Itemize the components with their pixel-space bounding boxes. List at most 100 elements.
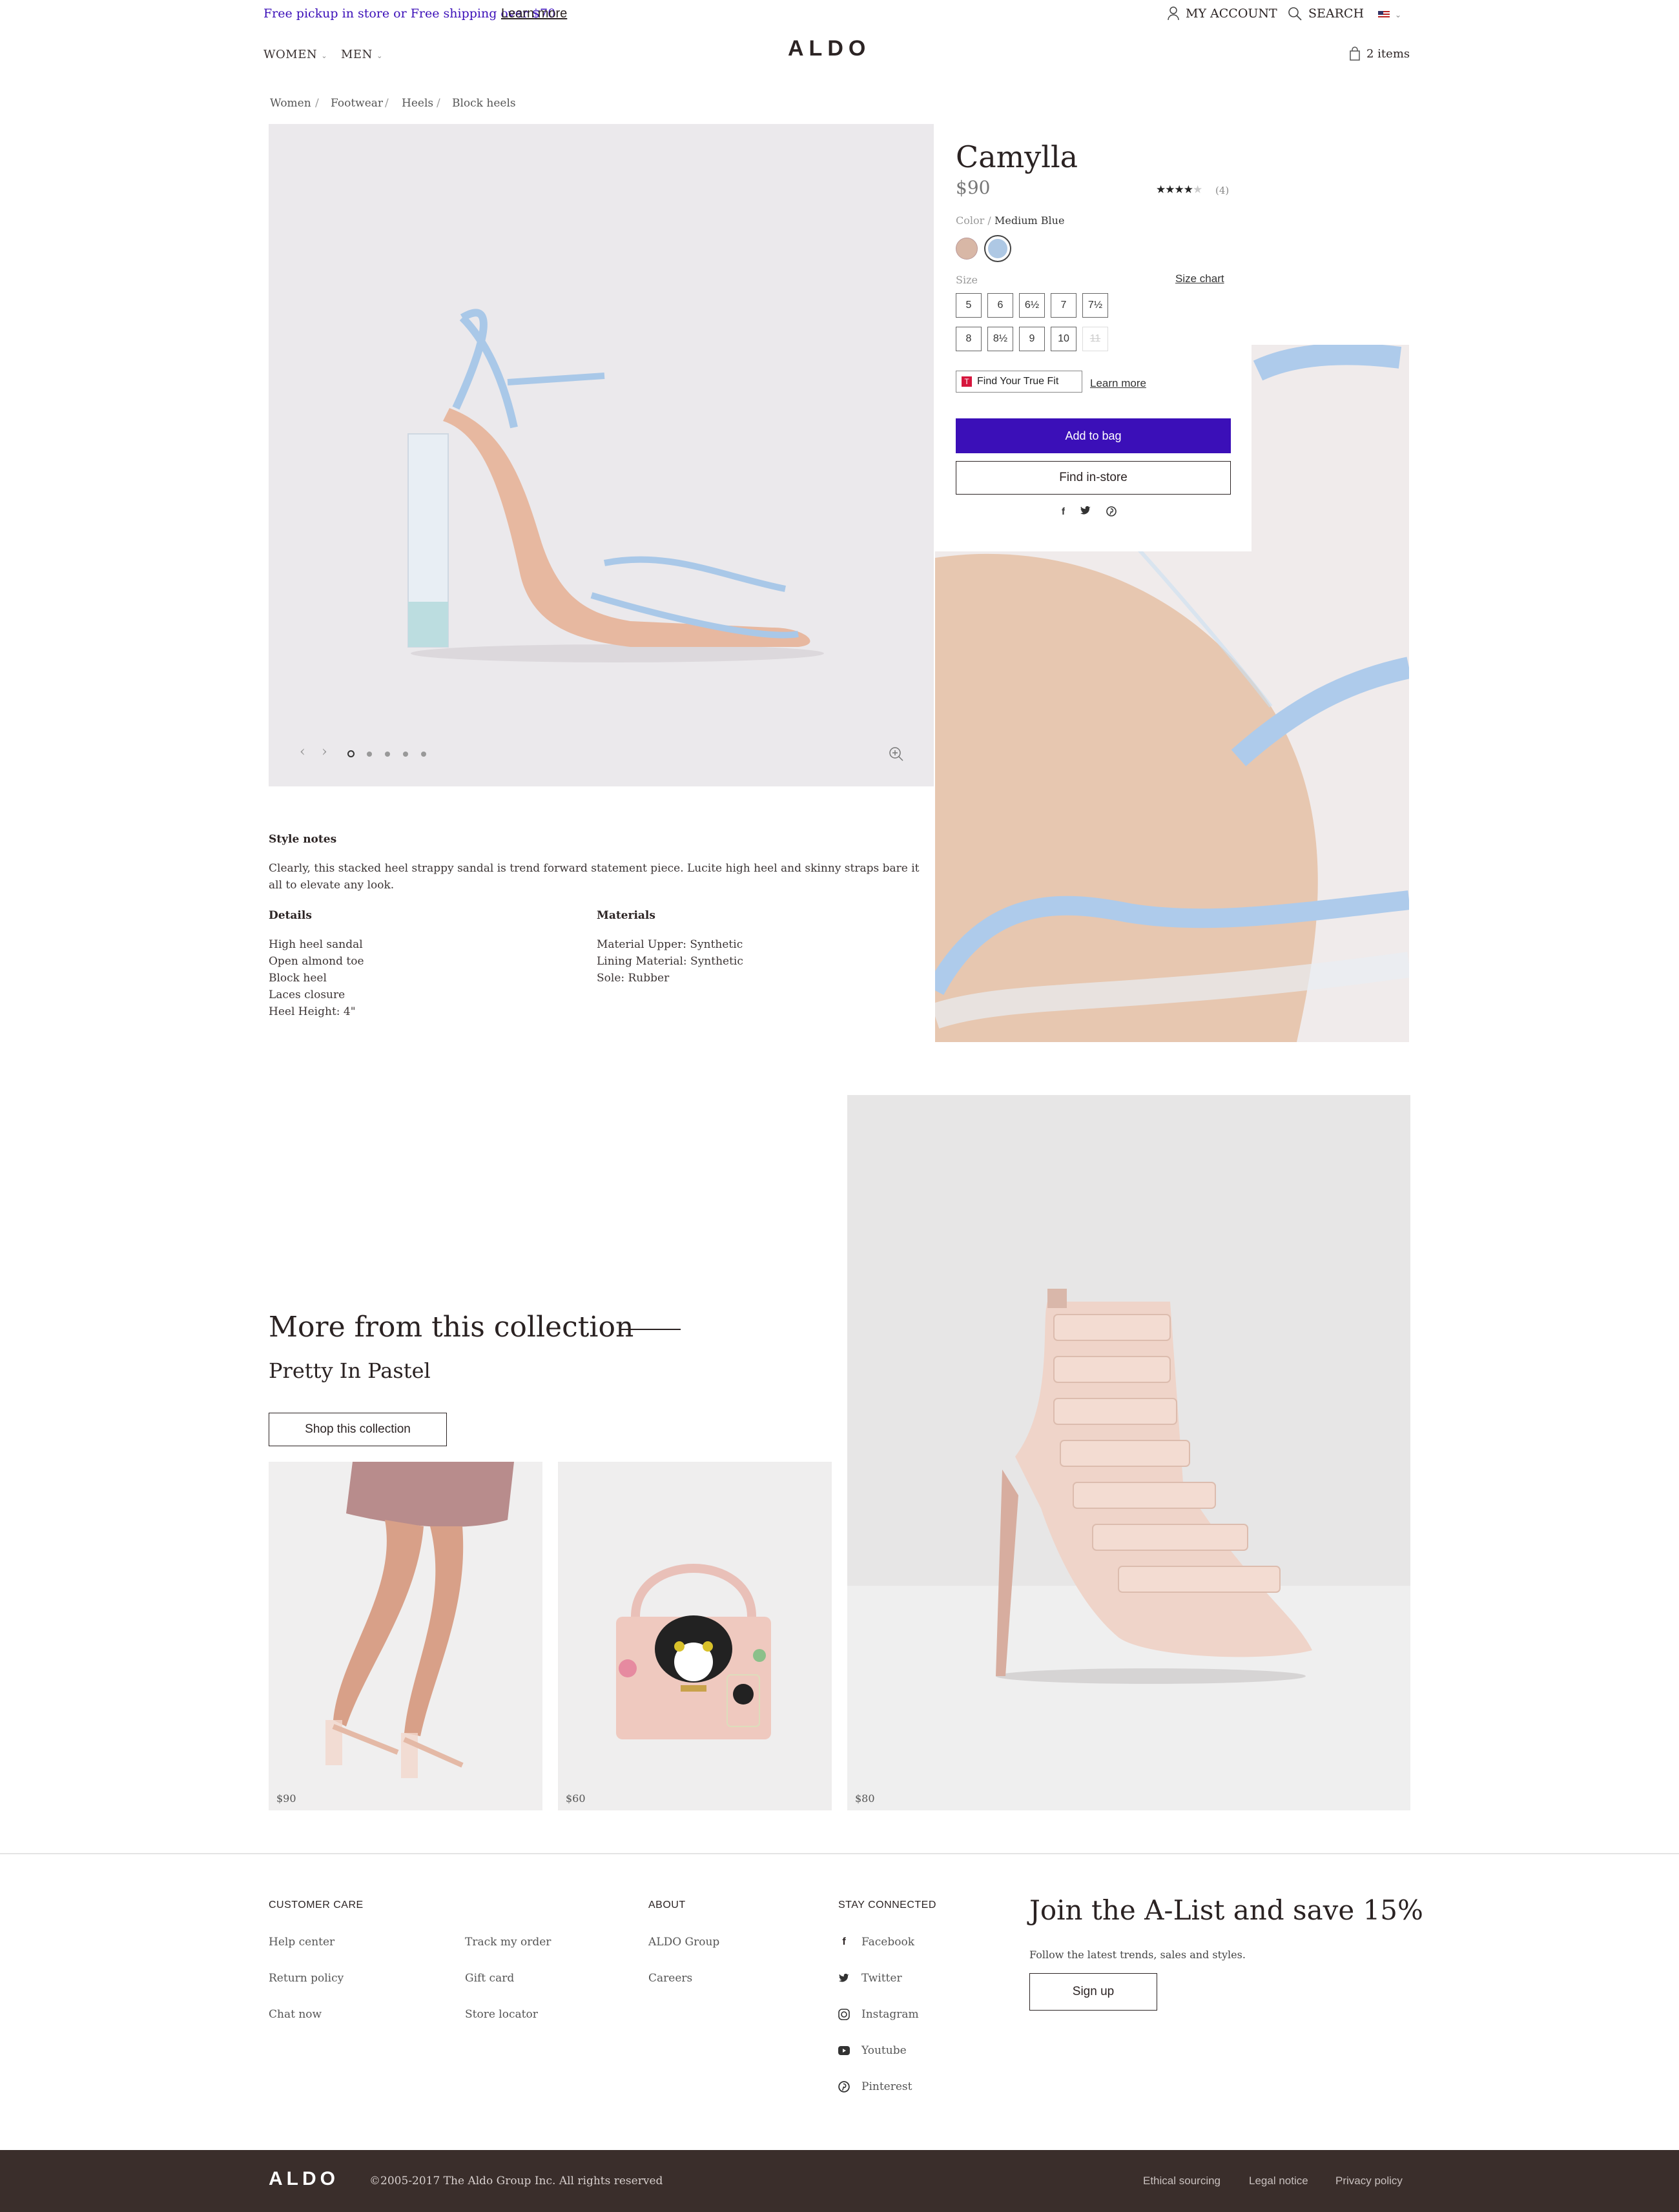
size-8-half[interactable]: 8½	[987, 327, 1013, 351]
social-link-pinterest[interactable]: Pinterest	[838, 2080, 912, 2093]
details-heading: Details	[269, 909, 312, 922]
facebook-icon[interactable]: f	[1062, 506, 1065, 517]
find-in-store-button[interactable]: Find in-store	[956, 461, 1231, 495]
breadcrumb-women[interactable]: Women	[270, 97, 311, 110]
chevron-down-icon: ⌄	[1395, 10, 1402, 19]
footer-link-careers[interactable]: Careers	[648, 1972, 692, 1985]
product-price: $90	[956, 177, 991, 198]
footer-link-chat-now[interactable]: Chat now	[269, 2008, 322, 2021]
footer-aldo-logo[interactable]: ALDO	[269, 2168, 339, 2190]
carousel-dot[interactable]	[403, 752, 408, 757]
size-5[interactable]: 5	[956, 293, 982, 318]
user-icon	[1168, 6, 1179, 21]
pinterest-icon	[838, 2081, 850, 2093]
footer-link-store-locator[interactable]: Store locator	[465, 2008, 538, 2021]
social-link-twitter[interactable]: Twitter	[838, 1972, 902, 1985]
caged-heel-image	[847, 1095, 1410, 1810]
us-flag-icon	[1378, 11, 1390, 19]
my-account-link[interactable]: MY ACCOUNT	[1168, 6, 1277, 21]
share-icons: f	[1062, 506, 1117, 517]
carousel-dot[interactable]	[367, 752, 372, 757]
footer-divider	[0, 1853, 1679, 1854]
chevron-down-icon: ⌄	[376, 52, 383, 60]
social-link-youtube[interactable]: Youtube	[838, 2044, 907, 2057]
collection-item-cat-bag[interactable]: $60	[558, 1462, 832, 1810]
country-selector[interactable]: ⌄	[1378, 10, 1401, 19]
breadcrumb-separator: /	[385, 97, 389, 110]
carousel-dot[interactable]	[385, 752, 390, 757]
bag-count: 2 items	[1366, 46, 1410, 61]
blue-sandal-image	[407, 309, 824, 662]
size-8[interactable]: 8	[956, 327, 982, 351]
instagram-icon	[838, 2009, 850, 2020]
social-link-facebook[interactable]: f Facebook	[838, 1936, 914, 1949]
true-fit-learn-more[interactable]: Learn more	[1090, 377, 1146, 390]
size-6-half[interactable]: 6½	[1019, 293, 1045, 318]
collection-item-sandal-on-model[interactable]: $90	[269, 1462, 542, 1810]
breadcrumb-heels[interactable]: Heels	[402, 97, 433, 110]
footer-link-privacy-policy[interactable]: Privacy policy	[1335, 2175, 1403, 2187]
shop-collection-button[interactable]: Shop this collection	[269, 1413, 447, 1446]
collection-item-caged-heel[interactable]: $80	[847, 1095, 1410, 1810]
rating-count[interactable]: (4)	[1215, 185, 1229, 196]
facebook-icon: f	[842, 1936, 846, 1947]
swatch-medium-blue[interactable]	[984, 235, 1011, 262]
add-to-bag-button[interactable]: Add to bag	[956, 418, 1231, 453]
footer-link-help-center[interactable]: Help center	[269, 1936, 335, 1949]
style-notes-text: Clearly, this stacked heel strappy sanda…	[269, 862, 920, 892]
footer-link-ethical-sourcing[interactable]: Ethical sourcing	[1143, 2175, 1221, 2187]
size-6[interactable]: 6	[987, 293, 1013, 318]
prev-arrow-icon[interactable]: ‹	[300, 744, 305, 760]
carousel-dot[interactable]	[421, 752, 426, 757]
pinterest-icon[interactable]	[1106, 506, 1117, 517]
true-fit-logo-icon: T	[962, 376, 972, 387]
footer-link-track-order[interactable]: Track my order	[465, 1936, 551, 1949]
chevron-down-icon: ⌄	[321, 52, 328, 60]
product-title: Camylla	[956, 139, 1078, 174]
stay-connected-heading: STAY CONNECTED	[838, 1900, 936, 1910]
materials-item: Lining Material: Synthetic	[597, 955, 743, 968]
search-link[interactable]: SEARCH	[1288, 6, 1364, 21]
swatch-nude[interactable]	[956, 238, 978, 260]
size-7-half[interactable]: 7½	[1082, 293, 1108, 318]
nav-men[interactable]: MEN ⌄	[341, 48, 383, 61]
copyright-text: ©2005-2017 The Aldo Group Inc. All right…	[369, 2175, 663, 2187]
promo-learn-more-link[interactable]: Learn more	[501, 6, 567, 21]
product-main-image[interactable]: ‹ ›	[269, 124, 934, 786]
collection-heading: More from this collection	[269, 1311, 634, 1344]
zoom-in-icon[interactable]	[889, 746, 904, 762]
alist-text: Follow the latest trends, sales and styl…	[1029, 1949, 1246, 1961]
carousel-dot-active[interactable]	[347, 750, 355, 757]
footer-link-return-policy[interactable]: Return policy	[269, 1972, 344, 1985]
star-rating-icon[interactable]: ★★★★★	[1156, 183, 1202, 196]
next-arrow-icon[interactable]: ›	[322, 744, 327, 760]
collection-subheading: Pretty In Pastel	[269, 1358, 431, 1383]
aldo-logo[interactable]: ALDO	[788, 36, 870, 61]
materials-item: Material Upper: Synthetic	[597, 938, 743, 951]
breadcrumb-separator: /	[437, 97, 440, 110]
size-10[interactable]: 10	[1051, 327, 1076, 351]
details-item: Block heel	[269, 972, 327, 985]
search-icon	[1288, 7, 1302, 21]
footer-link-legal-notice[interactable]: Legal notice	[1249, 2175, 1308, 2187]
footer-link-aldo-group[interactable]: ALDO Group	[648, 1936, 719, 1949]
social-link-instagram[interactable]: Instagram	[838, 2008, 919, 2021]
shopping-bag-link[interactable]: 2 items	[1350, 46, 1410, 61]
true-fit-button[interactable]: T Find Your True Fit	[956, 371, 1082, 393]
item-price: $90	[276, 1792, 296, 1805]
size-label: Size	[956, 274, 978, 286]
nav-women[interactable]: WOMEN ⌄	[263, 48, 327, 61]
twitter-icon[interactable]	[1080, 506, 1091, 515]
sign-up-button[interactable]: Sign up	[1029, 1973, 1157, 2011]
model-legs-image	[269, 1462, 542, 1810]
about-heading: ABOUT	[648, 1900, 686, 1910]
breadcrumb-footwear[interactable]: Footwear	[331, 97, 383, 110]
size-9[interactable]: 9	[1019, 327, 1045, 351]
size-chart-link[interactable]: Size chart	[1175, 272, 1224, 285]
customer-care-heading: CUSTOMER CARE	[269, 1900, 364, 1910]
size-11-unavailable: 11	[1082, 327, 1108, 351]
breadcrumb-block-heels[interactable]: Block heels	[452, 97, 516, 110]
size-7[interactable]: 7	[1051, 293, 1076, 318]
footer-link-gift-card[interactable]: Gift card	[465, 1972, 514, 1985]
details-item: Laces closure	[269, 988, 345, 1001]
